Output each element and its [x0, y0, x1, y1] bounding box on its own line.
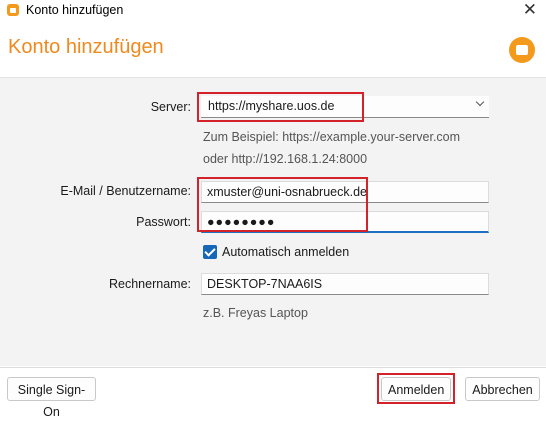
email-field[interactable]: xmuster@uni-osnabrueck.de — [201, 181, 489, 203]
close-icon[interactable]: ✕ — [523, 0, 537, 21]
login-button[interactable]: Anmelden — [381, 377, 451, 401]
app-icon — [7, 4, 19, 16]
password-label: Passwort: — [136, 215, 191, 229]
auto-login-label[interactable]: Automatisch anmelden — [222, 245, 349, 259]
dialog-header: Konto hinzufügen — [0, 22, 546, 78]
auto-login-checkbox[interactable] — [203, 245, 217, 259]
title-bar: Konto hinzufügen ✕ — [0, 0, 546, 22]
checkmark-icon — [204, 245, 216, 257]
cancel-button[interactable]: Abbrechen — [465, 377, 540, 401]
password-field[interactable]: ●●●●●●●● — [201, 211, 489, 233]
server-hint-example: Zum Beispiel: https://example.your-serve… — [203, 130, 461, 144]
server-label: Server: — [150, 100, 191, 114]
server-select[interactable]: https://myshare.uos.de — [201, 96, 489, 118]
computer-name-label: Rechnername: — [109, 277, 191, 291]
server-value: https://myshare.uos.de — [208, 99, 335, 113]
seafile-logo-icon — [509, 37, 535, 63]
window-title: Konto hinzufügen — [26, 3, 124, 17]
chevron-down-icon[interactable] — [475, 97, 485, 107]
email-value: xmuster@uni-osnabrueck.de — [207, 185, 367, 199]
server-hint-ip: oder http://192.168.1.24:8000 — [203, 152, 368, 166]
password-value: ●●●●●●●● — [207, 215, 276, 229]
computer-name-field[interactable]: DESKTOP-7NAA6IS — [201, 273, 489, 295]
single-sign-on-button[interactable]: Single Sign-On — [7, 377, 96, 419]
computer-name-hint: z.B. Freyas Laptop — [203, 306, 308, 320]
dialog-title: Konto hinzufügen — [8, 36, 164, 58]
email-label: E-Mail / Benutzername: — [60, 184, 191, 198]
computer-name-value: DESKTOP-7NAA6IS — [207, 277, 323, 291]
